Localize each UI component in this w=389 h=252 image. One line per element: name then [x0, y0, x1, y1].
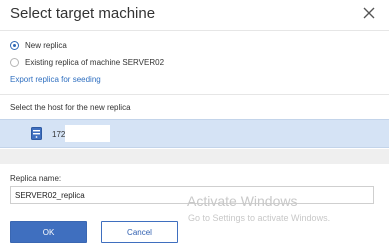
- ok-button[interactable]: OK: [10, 221, 87, 243]
- title-divider: [0, 30, 389, 31]
- export-replica-link[interactable]: Export replica for seeding: [10, 75, 101, 84]
- server-icon: [31, 127, 42, 140]
- activate-windows-subtitle: Go to Settings to activate Windows.: [188, 213, 331, 223]
- replica-name-label: Replica name:: [10, 174, 62, 183]
- radio-new-replica[interactable]: New replica: [10, 38, 67, 52]
- radio-existing-replica[interactable]: Existing replica of machine SERVER02: [10, 55, 164, 69]
- host-row[interactable]: 172.: [0, 119, 389, 148]
- select-target-machine-dialog: Select target machine New replica Existi…: [0, 0, 389, 252]
- dialog-title: Select target machine: [10, 5, 156, 22]
- radio-existing-replica-label[interactable]: Existing replica of machine SERVER02: [25, 58, 164, 67]
- section-separator-band: [0, 149, 389, 164]
- radio-new-replica-control[interactable]: [10, 40, 19, 50]
- cancel-button[interactable]: Cancel: [101, 221, 178, 243]
- section-divider: [0, 94, 389, 95]
- close-button[interactable]: [360, 4, 378, 22]
- close-icon: [363, 7, 375, 19]
- dialog-title-bar: Select target machine: [0, 0, 389, 30]
- radio-new-replica-label[interactable]: New replica: [25, 41, 67, 50]
- host-address-mask: [65, 125, 110, 142]
- host-section-label: Select the host for the new replica: [10, 103, 131, 112]
- replica-name-input[interactable]: [10, 186, 374, 204]
- radio-existing-replica-control[interactable]: [10, 57, 19, 67]
